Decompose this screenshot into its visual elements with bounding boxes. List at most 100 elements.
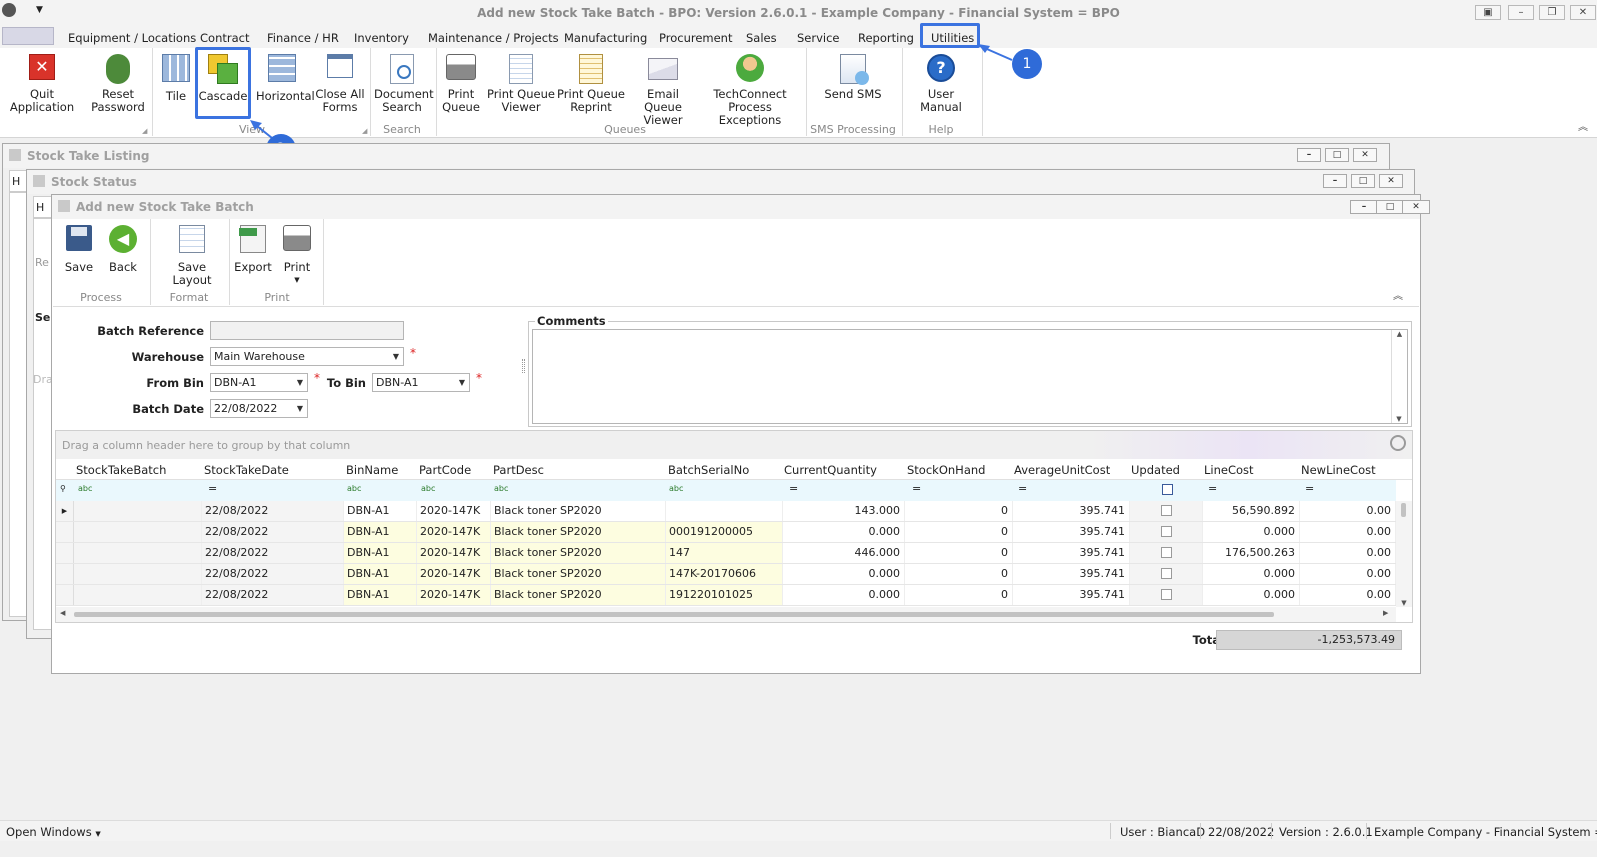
cell-qty[interactable]: 143.000 [783, 501, 905, 521]
cell-updated[interactable] [1130, 585, 1203, 605]
cell-qty[interactable]: 446.000 [783, 543, 905, 563]
column-header[interactable]: LineCost [1204, 463, 1254, 477]
add-stock-take-batch-window[interactable]: Add new Stock Take Batch – □ ✕ Save ◀ Ba… [51, 194, 1430, 674]
cell-newline[interactable]: 0.00 [1300, 564, 1396, 584]
table-row[interactable]: 22/08/2022 DBN-A1 2020-147K Black toner SP2… [56, 543, 1396, 564]
batch-date-picker[interactable]: 22/08/2022 ▼ [210, 399, 308, 418]
menu-contract[interactable]: Contract [200, 31, 249, 45]
print-queue-reprint-button[interactable]: Print Queue Reprint [556, 54, 626, 114]
cell-part[interactable]: 2020-147K [417, 543, 491, 563]
maximize-button[interactable]: ❐ [1539, 5, 1565, 20]
cell-bin[interactable]: DBN-A1 [344, 585, 417, 605]
comments-scrollbar[interactable]: ▲ ▼ [1391, 330, 1407, 423]
cell-avg[interactable]: 395.741 [1013, 585, 1130, 605]
updated-checkbox[interactable] [1161, 526, 1172, 537]
cell-soh[interactable]: 0 [905, 522, 1013, 542]
row-indicator[interactable] [56, 522, 74, 542]
cell-soh[interactable]: 0 [905, 501, 1013, 521]
status-tab[interactable]: H [33, 196, 53, 218]
text-filter-icon[interactable]: abc [78, 484, 92, 493]
group-by-panel[interactable]: Drag a column header here to group by th… [56, 431, 1412, 459]
cell-qty[interactable]: 0.000 [783, 522, 905, 542]
cell-date[interactable]: 22/08/2022 [202, 543, 344, 563]
warehouse-select[interactable]: Main Warehouse ▼ [210, 347, 404, 366]
quit-application-button[interactable]: ✕ Quit Application [2, 54, 82, 114]
cell-desc[interactable]: Black toner SP2020 [491, 543, 666, 563]
row-indicator[interactable]: ▶ [56, 501, 74, 521]
splitter-handle[interactable] [522, 359, 525, 373]
cell-qty[interactable]: 0.000 [783, 564, 905, 584]
cell-line[interactable]: 0.000 [1203, 522, 1300, 542]
tile-button[interactable]: Tile [158, 54, 194, 103]
menu-maintenance-projects[interactable]: Maintenance / Projects [428, 31, 559, 45]
open-windows-menu[interactable]: Open Windows ▼ [6, 825, 101, 839]
user-manual-button[interactable]: ? User Manual [906, 54, 976, 114]
menu-finance-hr[interactable]: Finance / HR [267, 31, 339, 45]
cell-bin[interactable]: DBN-A1 [344, 522, 417, 542]
menu-service[interactable]: Service [797, 31, 840, 45]
status-minimize-button[interactable]: – [1323, 174, 1347, 188]
cell-serial[interactable]: 000191200005 [666, 522, 783, 542]
cell-bin[interactable]: DBN-A1 [344, 564, 417, 584]
export-button[interactable]: Export [233, 225, 273, 274]
reset-password-button[interactable]: Reset Password [88, 54, 148, 114]
cell-updated[interactable] [1130, 522, 1203, 542]
cell-date[interactable]: 22/08/2022 [202, 501, 344, 521]
equals-filter-icon[interactable]: = [1305, 482, 1314, 495]
comments-textarea[interactable]: ▲ ▼ [532, 329, 1408, 424]
menu-inventory[interactable]: Inventory [354, 31, 409, 45]
cell-updated[interactable] [1130, 543, 1203, 563]
listing-maximize-button[interactable]: □ [1325, 148, 1349, 162]
table-row[interactable]: ▶ 22/08/2022 DBN-A1 2020-147K Black toner SP… [56, 501, 1396, 522]
document-search-button[interactable]: Document Search [374, 54, 434, 114]
cell-desc[interactable]: Black toner SP2020 [491, 501, 666, 521]
filter-row[interactable]: ⚲ abc = abc abc abc abc = = = = = [56, 480, 1396, 501]
updated-checkbox[interactable] [1161, 568, 1172, 579]
cell-desc[interactable]: Black toner SP2020 [491, 522, 666, 542]
cell-date[interactable]: 22/08/2022 [202, 585, 344, 605]
table-row[interactable]: 22/08/2022 DBN-A1 2020-147K Black toner SP2… [56, 522, 1396, 543]
close-button[interactable]: ✕ [1570, 5, 1596, 20]
row-indicator[interactable] [56, 543, 74, 563]
column-header[interactable]: BatchSerialNo [668, 463, 749, 477]
app-menu-button[interactable] [2, 27, 54, 45]
menu-procurement[interactable]: Procurement [659, 31, 732, 45]
text-filter-icon[interactable]: abc [347, 484, 361, 493]
save-button[interactable]: Save [59, 225, 99, 274]
equals-filter-icon[interactable]: = [208, 482, 217, 495]
chevron-down-icon[interactable]: ▼ [455, 374, 469, 391]
cell-updated[interactable] [1130, 564, 1203, 584]
group-corner-icon[interactable]: ◢ [142, 127, 147, 135]
back-button[interactable]: ◀ Back [103, 225, 143, 274]
equals-filter-icon[interactable]: = [789, 482, 798, 495]
cell-newline[interactable]: 0.00 [1300, 543, 1396, 563]
cell-batch[interactable] [74, 585, 202, 605]
menu-manufacturing[interactable]: Manufacturing [564, 31, 647, 45]
print-queue-viewer-button[interactable]: Print Queue Viewer [486, 54, 556, 114]
column-header[interactable]: NewLineCost [1301, 463, 1376, 477]
cell-part[interactable]: 2020-147K [417, 522, 491, 542]
collapse-ribbon-icon[interactable]: ︽ [1578, 118, 1588, 133]
print-button[interactable]: Print ▼ [277, 225, 317, 287]
cell-line[interactable]: 0.000 [1203, 585, 1300, 605]
text-filter-icon[interactable]: abc [494, 484, 508, 493]
status-maximize-button[interactable]: □ [1351, 174, 1375, 188]
text-filter-icon[interactable]: abc [669, 484, 683, 493]
search-icon[interactable] [1390, 435, 1406, 451]
cell-avg[interactable]: 395.741 [1013, 564, 1130, 584]
cell-line[interactable]: 0.000 [1203, 564, 1300, 584]
cell-batch[interactable] [74, 501, 202, 521]
restore-layout-button[interactable]: ▣ [1475, 5, 1501, 20]
cell-bin[interactable]: DBN-A1 [344, 543, 417, 563]
cell-qty[interactable]: 0.000 [783, 585, 905, 605]
cell-newline[interactable]: 0.00 [1300, 522, 1396, 542]
cell-soh[interactable]: 0 [905, 564, 1013, 584]
cell-line[interactable]: 56,590.892 [1203, 501, 1300, 521]
horizontal-button[interactable]: Horizontal [256, 54, 315, 103]
column-header[interactable]: PartCode [419, 463, 471, 477]
cell-newline[interactable]: 0.00 [1300, 585, 1396, 605]
print-queue-button[interactable]: Print Queue [440, 54, 482, 114]
minimize-button[interactable]: – [1508, 5, 1534, 20]
equals-filter-icon[interactable]: = [1018, 482, 1027, 495]
horizontal-scrollbar[interactable]: ◀ ▶ [56, 607, 1396, 622]
